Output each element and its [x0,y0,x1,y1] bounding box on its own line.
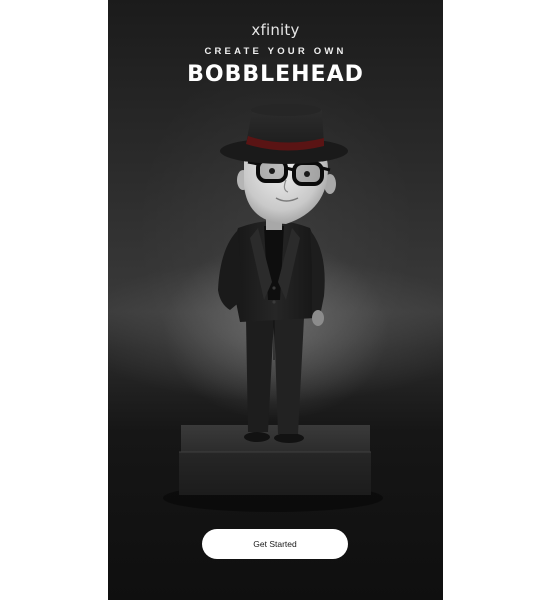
xfinity-logo: xfinity [251,21,300,39]
page-subtitle: CREATE YOUR OWN [204,46,347,57]
page: xfinity CREATE YOUR OWN BOBBLEHEAD Get S… [0,0,550,600]
page-title: BOBBLEHEAD [187,62,364,87]
jacket [228,221,322,322]
hat [220,104,348,164]
pedestal [179,425,371,495]
app-screen: xfinity CREATE YOUR OWN BOBBLEHEAD Get S… [108,0,443,600]
legs [246,318,304,434]
get-started-button[interactable]: Get Started [202,529,348,559]
bobblehead-figure-illustration [163,104,383,512]
